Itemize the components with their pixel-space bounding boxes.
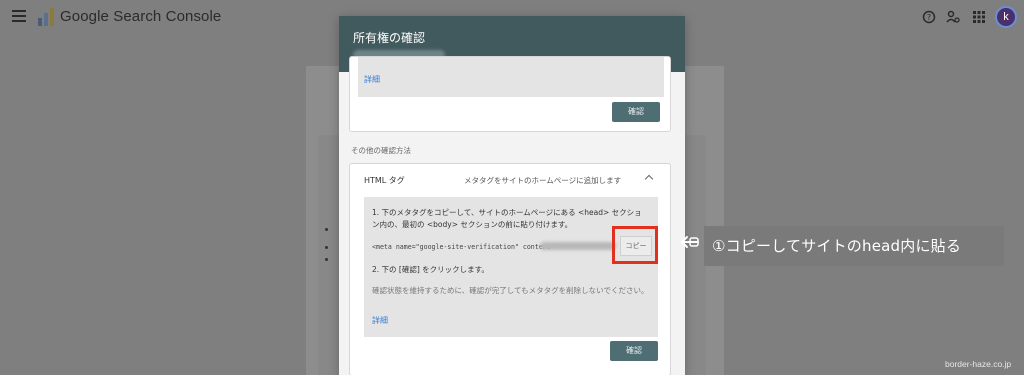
avatar[interactable]: k: [995, 6, 1017, 28]
details-link[interactable]: 詳細: [372, 315, 388, 326]
app-title: Google Search Console: [60, 8, 222, 25]
meta-tag-code: <meta name="google-site-verification" co…: [372, 243, 559, 251]
settings-users-icon[interactable]: [946, 10, 960, 24]
step1-text-line1: 1. 下のメタタグをコピーして、サイトのホームページにある <head> セクシ…: [372, 208, 642, 217]
details-link[interactable]: 詳細: [364, 74, 380, 85]
menu-icon[interactable]: [12, 10, 26, 22]
keep-meta-note: 確認状態を維持するために、確認が完了してもメタタグを削除しないでください。: [372, 286, 649, 295]
ownership-verification-dialog: 所有権の確認 詳細 確認 その他の確認方法 HTML タグ メタタグをサイトのホ…: [339, 16, 685, 375]
dialog-title: 所有権の確認: [353, 31, 426, 45]
search-console-logo-icon: [38, 8, 54, 26]
background-bullet: [325, 246, 328, 249]
svg-text:?: ?: [927, 13, 931, 22]
method-description: メタタグをサイトのホームページに追加します: [464, 176, 622, 185]
recommended-method-card: 詳細 確認: [349, 56, 671, 132]
watermark: border-haze.co.jp: [945, 359, 1012, 369]
other-methods-label: その他の確認方法: [351, 146, 411, 155]
copy-button-highlight: [612, 226, 658, 264]
background-bullet: [325, 228, 328, 231]
method-title: HTML タグ: [364, 176, 405, 185]
help-icon[interactable]: ?: [922, 10, 936, 24]
html-tag-method-card: HTML タグ メタタグをサイトのホームページに追加します 1. 下のメタタグを…: [349, 163, 671, 375]
step1-text-line2: ン内の、最初の <body> セクションの前に貼り付けます。: [372, 220, 573, 229]
verify-button[interactable]: 確認: [612, 102, 660, 122]
blurred-verification-code: [540, 242, 616, 250]
apps-grid-icon[interactable]: [972, 10, 986, 24]
step2-text: 2. 下の [確認] をクリックします。: [372, 265, 489, 274]
verify-button[interactable]: 確認: [610, 341, 658, 361]
annotation-label: ①コピーしてサイトのhead内に貼る: [704, 226, 1004, 266]
method-details-box: 詳細: [358, 57, 664, 97]
instructions-box: 1. 下のメタタグをコピーして、サイトのホームページにある <head> セクシ…: [364, 197, 658, 337]
chevron-up-icon[interactable]: [644, 174, 654, 184]
pointing-hand-icon: [681, 236, 699, 248]
background-bullet: [325, 258, 328, 261]
